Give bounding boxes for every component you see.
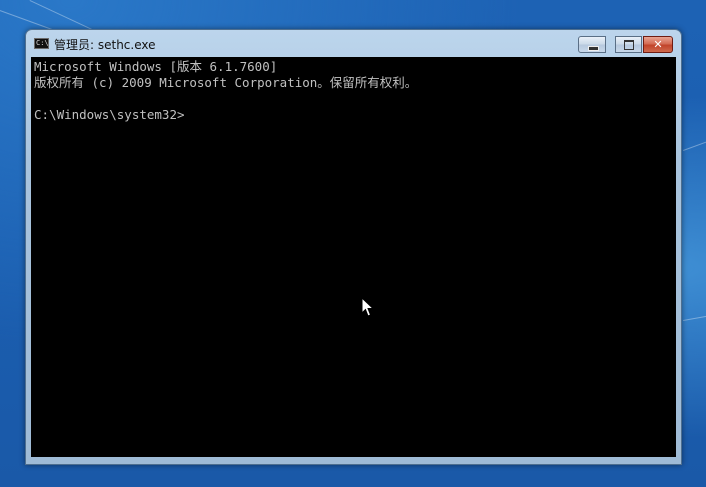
close-icon: ✕ [653,38,663,51]
console-line-version: Microsoft Windows [版本 6.1.7600] [34,59,278,74]
mouse-pointer-icon [361,297,375,317]
console-line-copyright: 版权所有 (c) 2009 Microsoft Corporation。保留所有… [34,75,418,90]
console-output[interactable]: Microsoft Windows [版本 6.1.7600] 版权所有 (c)… [31,57,676,457]
desktop-streak [29,0,94,31]
maximize-button[interactable] [615,36,642,53]
desktop-streak [683,314,706,321]
desktop-streak [683,139,706,151]
minimize-icon [588,46,599,51]
console-icon-label: C:\ [36,39,49,47]
minimize-button[interactable] [578,36,606,53]
title-bar[interactable]: C:\ 管理员: sethc.exe ✕ [26,30,681,57]
command-prompt-window[interactable]: C:\ 管理员: sethc.exe ✕ Microsoft Windows [… [25,29,682,465]
window-title: 管理员: sethc.exe [54,38,156,52]
maximize-icon [624,40,634,50]
close-button[interactable]: ✕ [643,36,673,53]
console-icon[interactable]: C:\ [34,38,49,49]
console-prompt[interactable]: C:\Windows\system32> [34,107,185,123]
